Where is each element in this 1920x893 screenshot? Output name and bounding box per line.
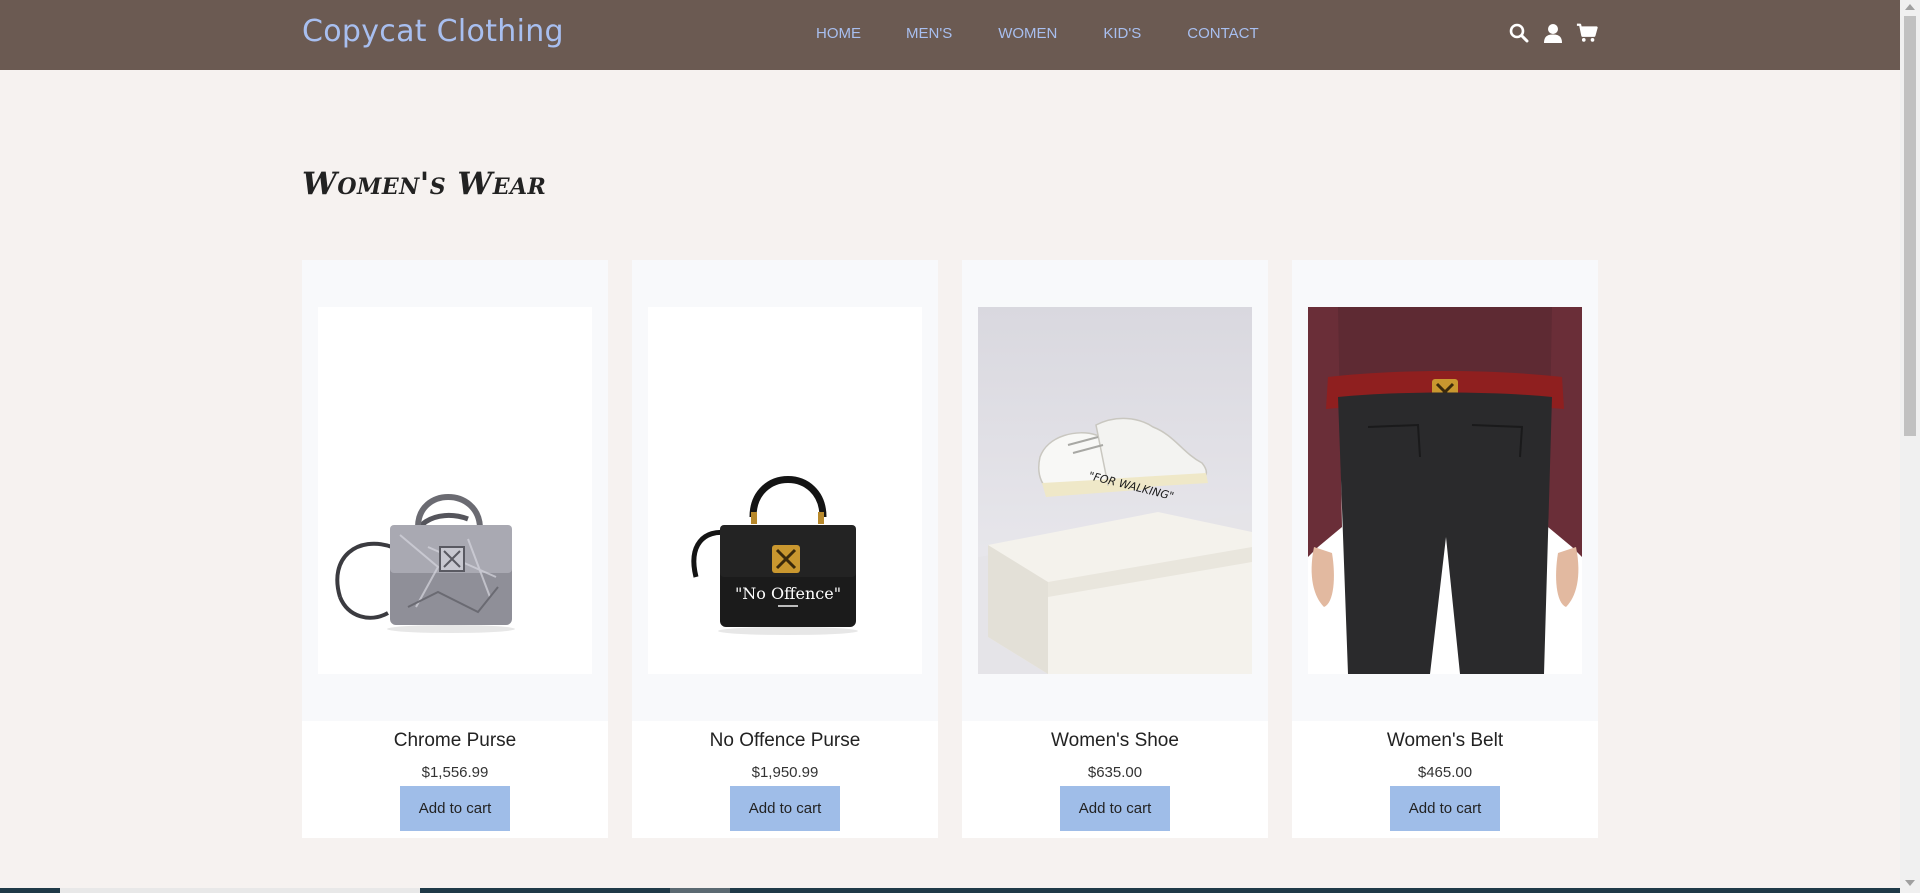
nav-link-home[interactable]: HOME xyxy=(816,25,861,42)
top-navbar: Copycat Clothing HOME MEN'S WOMEN KID'S … xyxy=(0,0,1900,70)
cart-icon[interactable] xyxy=(1576,22,1598,44)
product-name[interactable]: Women's Belt xyxy=(1292,730,1598,752)
add-to-cart-button[interactable]: Add to cart xyxy=(1060,786,1170,831)
add-to-cart-button[interactable]: Add to cart xyxy=(730,786,840,831)
nav-link-mens[interactable]: MEN'S xyxy=(906,25,952,42)
product-price: $1,556.99 xyxy=(421,764,489,781)
product-card-image-area xyxy=(302,260,608,721)
product-image-womens-belt[interactable] xyxy=(1308,307,1582,674)
nav-links: HOME MEN'S WOMEN KID'S CONTACT xyxy=(816,25,1259,42)
product-price: $465.00 xyxy=(1417,764,1473,781)
scroll-down-arrow-icon[interactable] xyxy=(1905,880,1915,886)
svg-text:"No Offence": "No Offence" xyxy=(735,584,841,603)
add-to-cart-button[interactable]: Add to cart xyxy=(1390,786,1500,831)
product-card-image-area xyxy=(1292,260,1598,721)
nav-link-kids[interactable]: KID'S xyxy=(1103,25,1141,42)
page-title: Women's Wear xyxy=(302,166,547,202)
product-name[interactable]: Women's Shoe xyxy=(962,730,1268,752)
product-price: $1,950.99 xyxy=(751,764,819,781)
product-card: Women's Belt $465.00 Add to cart xyxy=(1292,260,1598,838)
product-card-image-area: "No Offence" xyxy=(632,260,938,721)
product-name[interactable]: Chrome Purse xyxy=(302,730,608,752)
product-image-chrome-purse[interactable] xyxy=(318,307,592,674)
nav-link-contact[interactable]: CONTACT xyxy=(1187,25,1258,42)
nav-link-women[interactable]: WOMEN xyxy=(998,25,1057,42)
vertical-scrollbar[interactable] xyxy=(1900,0,1920,893)
search-icon[interactable] xyxy=(1508,22,1530,44)
nav-icons xyxy=(1508,22,1598,44)
product-card: "FOR WALKING" Women's Shoe $635.00 Add t… xyxy=(962,260,1268,838)
product-card: Chrome Purse $1,556.99 Add to cart xyxy=(302,260,608,838)
brand-logo[interactable]: Copycat Clothing xyxy=(302,14,564,49)
product-name[interactable]: No Offence Purse xyxy=(632,730,938,752)
product-image-womens-shoe[interactable]: "FOR WALKING" xyxy=(978,307,1252,674)
scroll-up-arrow-icon[interactable] xyxy=(1905,4,1915,10)
add-to-cart-button[interactable]: Add to cart xyxy=(400,786,510,831)
product-image-no-offence-purse[interactable]: "No Offence" xyxy=(648,307,922,674)
product-card: "No Offence" No Offence Purse $1,950.99 … xyxy=(632,260,938,838)
user-icon[interactable] xyxy=(1542,22,1564,44)
page-bottom-edge-segment xyxy=(670,888,730,893)
page-bottom-edge-segment xyxy=(60,888,420,893)
scrollbar-thumb[interactable] xyxy=(1904,16,1916,436)
product-card-image-area: "FOR WALKING" xyxy=(962,260,1268,721)
product-price: $635.00 xyxy=(1087,764,1143,781)
